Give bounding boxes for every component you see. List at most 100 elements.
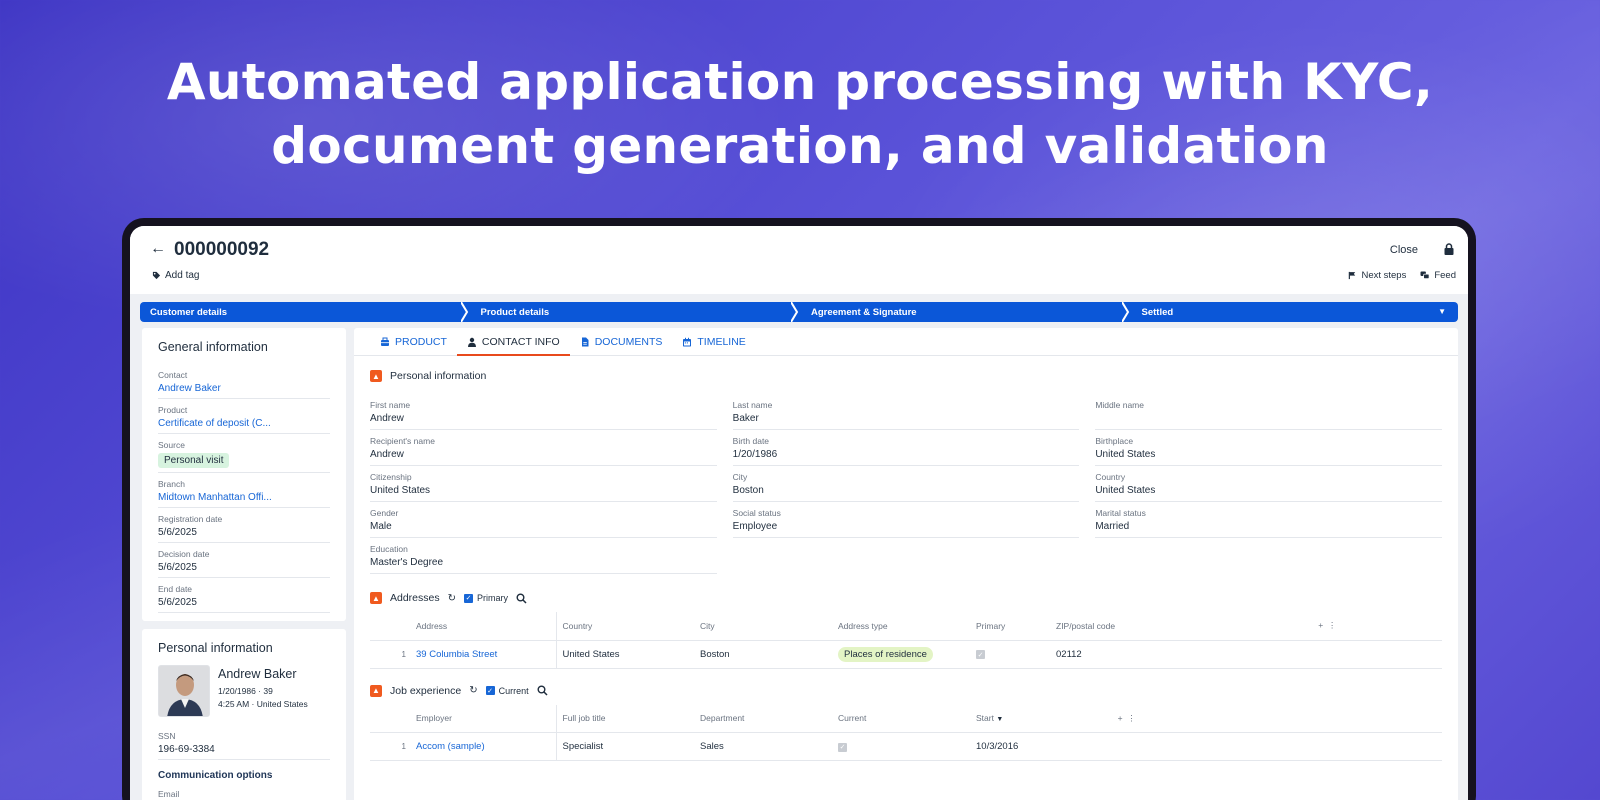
field-social-status[interactable]: Social status Employee: [732, 502, 1080, 538]
document-icon: [581, 337, 589, 346]
add-icon[interactable]: +: [1318, 620, 1323, 630]
more-icon[interactable]: ⋮: [1127, 713, 1136, 723]
employer-link[interactable]: Accom (sample): [410, 732, 556, 761]
column-header[interactable]: Primary: [970, 612, 1050, 641]
column-header[interactable]: Current: [832, 704, 970, 733]
stage-separator: [1121, 302, 1129, 322]
field-first-name[interactable]: First name Andrew: [370, 394, 717, 430]
primary-filter[interactable]: ✓ Primary: [464, 593, 508, 603]
field-label: Decision date: [158, 549, 210, 559]
field-middle-name[interactable]: Middle name: [1095, 394, 1442, 430]
next-steps-button[interactable]: Next steps: [1348, 270, 1406, 281]
column-header[interactable]: City: [694, 612, 832, 641]
column-header[interactable]: Address: [410, 612, 556, 641]
collapse-icon[interactable]: ▲: [370, 370, 382, 382]
search-icon[interactable]: [516, 593, 527, 604]
field-value: 1/20/1986: [732, 449, 778, 460]
record-id: 000000092: [174, 239, 270, 260]
close-button[interactable]: Close: [1390, 244, 1418, 256]
checkbox-checked-icon[interactable]: ✓: [485, 686, 495, 695]
field-label: Marital status: [1095, 508, 1146, 518]
column-header[interactable]: ZIP/postal code: [1050, 612, 1313, 641]
stage-separator: [791, 302, 799, 322]
table-row[interactable]: 1 Accom (sample) Specialist Sales ✓ 10/3…: [370, 732, 1442, 761]
section-title: Job experience: [390, 684, 462, 697]
lock-icon[interactable]: [1442, 242, 1456, 256]
row-number: 1: [370, 640, 410, 669]
field-label: Birth date: [732, 436, 770, 446]
search-icon[interactable]: [537, 685, 548, 696]
contact-link[interactable]: Andrew Baker: [158, 383, 330, 394]
branch-link[interactable]: Midtown Manhattan Offi...: [158, 492, 330, 503]
tab-product[interactable]: PRODUCT: [370, 328, 457, 355]
more-icon[interactable]: ⋮: [1328, 620, 1337, 630]
field-last-name[interactable]: Last name Baker: [732, 394, 1080, 430]
field-label: Social status: [732, 508, 781, 518]
refresh-icon[interactable]: ↻: [448, 593, 456, 604]
field-birth-date[interactable]: Birth date 1/20/1986: [732, 430, 1080, 466]
column-header[interactable]: Country: [555, 612, 694, 641]
field-marital-status[interactable]: Marital status Married: [1095, 502, 1442, 538]
field-gender[interactable]: Gender Male: [370, 502, 717, 538]
person-icon: [467, 337, 476, 347]
add-icon[interactable]: +: [1118, 713, 1123, 723]
tab-label: CONTACT INFO: [481, 335, 560, 348]
general-info-card: General information Contact Andrew Baker…: [142, 328, 346, 621]
personal-info-form: First name Andrew Last name Baker Middle n…: [354, 394, 1458, 574]
refresh-icon[interactable]: ↻: [469, 685, 477, 696]
cell-job-title: Specialist: [555, 732, 694, 761]
tab-timeline[interactable]: TIMELINE: [672, 328, 755, 355]
table-row[interactable]: 1 39 Columbia Street United States Bosto…: [370, 640, 1442, 669]
avatar[interactable]: [158, 665, 210, 717]
job-experience-table: Employer Full job title Department Curre…: [370, 704, 1442, 761]
field-contact: Contact Andrew Baker: [158, 364, 330, 399]
field-label: Recipient's name: [370, 436, 435, 446]
field-value: Andrew: [370, 413, 404, 424]
tab-documents[interactable]: DOCUMENTS: [570, 328, 673, 355]
field-birthplace[interactable]: Birthplace United States: [1095, 430, 1442, 466]
address-link[interactable]: 39 Columbia Street: [410, 640, 556, 669]
app-screen: ← 000000092 Add tag Close Next steps Fee…: [130, 226, 1468, 800]
stage-customer-details[interactable]: Customer details: [140, 302, 468, 322]
field-source: Source Personal visit: [158, 434, 330, 473]
field-recipient-name[interactable]: Recipient's name Andrew: [370, 430, 717, 466]
chat-icon: [1420, 271, 1430, 280]
person-dob-age: 1/20/1986 · 39: [218, 686, 273, 696]
header-actions: Next steps Feed: [1348, 270, 1456, 281]
product-link[interactable]: Certificate of deposit (C...: [158, 418, 330, 429]
current-checkbox[interactable]: ✓: [838, 742, 847, 752]
collapse-icon[interactable]: ▲: [370, 592, 382, 604]
stage-label: Settled: [1141, 306, 1174, 318]
stage-agreement-signature[interactable]: Agreement & Signature: [797, 302, 1129, 322]
field-value: Baker: [732, 413, 759, 424]
column-header-start[interactable]: Start ▼: [970, 704, 1050, 733]
field-citizenship[interactable]: Citizenship United States: [370, 466, 717, 502]
field-value: [1095, 413, 1442, 425]
stage-product-details[interactable]: Product details: [466, 302, 799, 322]
card-title: Personal information: [158, 641, 273, 655]
add-tag-button[interactable]: Add tag: [152, 270, 199, 281]
communication-options[interactable]: Communication options: [158, 770, 330, 781]
tab-contact-info[interactable]: CONTACT INFO: [456, 328, 570, 356]
checkbox-checked-icon[interactable]: ✓: [464, 593, 473, 603]
stage-settled[interactable]: Settled ▼: [1127, 302, 1458, 322]
column-header[interactable]: Employer: [410, 704, 556, 733]
column-header[interactable]: Full job title: [555, 704, 694, 733]
field-country[interactable]: Country United States: [1095, 466, 1442, 502]
feed-button[interactable]: Feed: [1420, 270, 1456, 281]
field-education[interactable]: Education Master's Degree: [370, 538, 717, 574]
field-label: Country: [1095, 472, 1126, 482]
product-icon: [381, 337, 389, 346]
sort-chevron-icon[interactable]: ▼: [996, 716, 1003, 723]
field-end-date: End date 5/6/2025: [158, 578, 330, 613]
chevron-down-icon[interactable]: ▼: [1438, 307, 1446, 316]
field-city[interactable]: City Boston: [732, 466, 1080, 502]
primary-checkbox[interactable]: ✓: [976, 650, 985, 659]
field-value: United States: [370, 485, 431, 496]
column-header[interactable]: Department: [694, 704, 832, 733]
current-filter[interactable]: ✓ Current: [485, 686, 529, 696]
back-arrow-icon[interactable]: ←: [150, 240, 166, 258]
field-label: Source: [158, 440, 185, 450]
collapse-icon[interactable]: ▲: [370, 684, 382, 697]
column-header[interactable]: Address type: [832, 612, 970, 641]
